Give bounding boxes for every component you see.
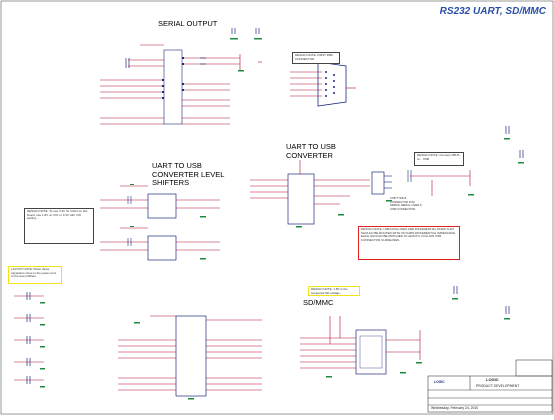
level-shifter-layout-note: LAYOUT NOTE: Place these capacitors clos…	[8, 266, 62, 284]
sd-mmc-block	[300, 316, 422, 378]
db9-design-note: DESIGN NOTE: FIRST DB9 CONNECTOR	[292, 52, 340, 64]
usb-type-b-connector	[371, 171, 385, 195]
serial-ground-marks	[230, 38, 262, 72]
title-block-department: PRODUCT DEVELOPMENT	[476, 384, 520, 388]
serial-output-title: SERIAL OUTPUT	[158, 19, 218, 28]
bottom-shifter-ic	[175, 315, 207, 397]
left-decoupling-caps	[14, 292, 45, 388]
shifter-ic-1	[147, 193, 177, 219]
serial-capacitors	[125, 28, 260, 68]
usb-converter-block	[250, 160, 474, 228]
usb-converter-ic	[287, 173, 315, 225]
bottom-shifter-block	[118, 315, 262, 400]
shifter-design-note: DESIGN NOTE: To use 3.3V for VADJ on thi…	[24, 208, 94, 244]
shifter-ic-2	[147, 235, 177, 261]
schematic-sheet: RS232 UART, SD/MMC SERIAL OUTPUT UART TO…	[0, 0, 554, 415]
serial-ic-u1	[163, 49, 183, 125]
converter-title: UART TO USB CONVERTER	[286, 142, 336, 160]
serial-output-block	[100, 44, 262, 125]
title-block-logo: LOGIC	[434, 380, 445, 384]
level-shifter-block	[100, 184, 220, 261]
db9-connector	[290, 61, 356, 107]
usb-connector-note: USB TYPE B CONNECTOR FOR DEBUG SERIAL OV…	[390, 196, 422, 211]
usb-differential-note: DESIGN NOTE: USB DATA LINES ARE DIFFEREN…	[358, 226, 460, 260]
serial-pins	[162, 57, 184, 99]
title-block-company: LOGIC	[486, 377, 499, 382]
sd-mmc-title: SD/MMC	[303, 298, 334, 307]
sd-voltage-note: DESIGN NOTE: 1.8V is the supported SD vo…	[308, 286, 360, 296]
converter-title-line-2: CONVERTER	[286, 150, 333, 160]
shifters-title-line-3: SHIFTERS	[152, 178, 190, 187]
sheet-title: RS232 UART, SD/MMC	[439, 6, 546, 17]
shifters-title: UART TO USB CONVERTER LEVEL SHIFTERS	[152, 161, 224, 188]
sd-card-socket	[355, 329, 387, 375]
title-block-date: Wednesday, February 24, 2010	[431, 406, 479, 410]
usb-led-note: DESIGN NOTE: Connect VBUS to... USB	[414, 152, 464, 166]
